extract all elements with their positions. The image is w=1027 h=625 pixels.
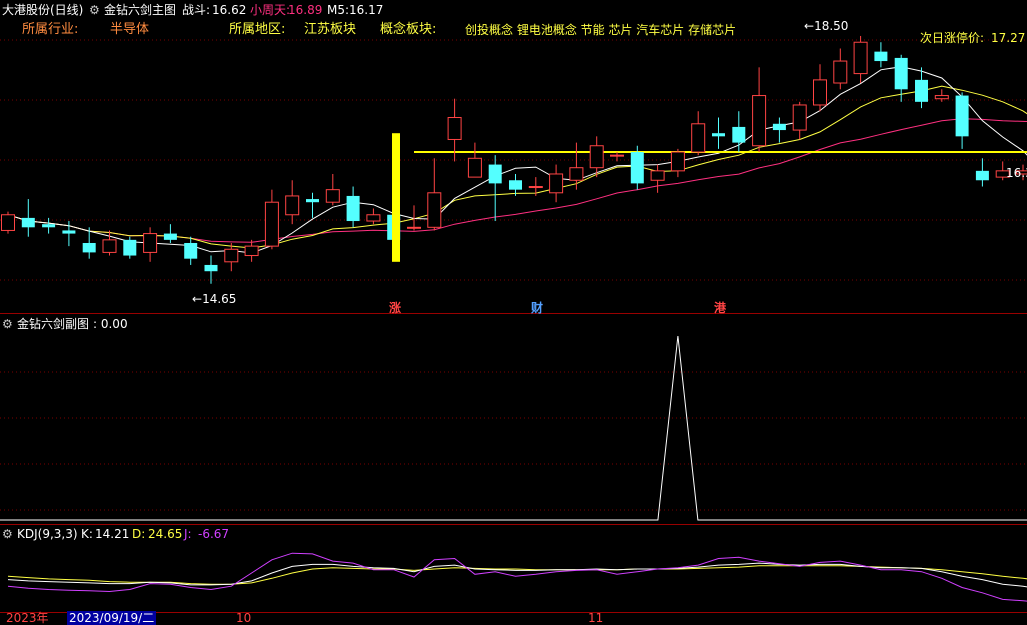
right-price-label: 16.3	[1006, 166, 1027, 180]
mark-gang[interactable]: 港	[714, 301, 726, 315]
candle-body-20	[408, 227, 421, 228]
candle-body-1	[22, 218, 35, 227]
low-price-label: ←14.65	[192, 292, 236, 306]
candle-body-15	[306, 199, 319, 202]
candle-body-7	[144, 234, 157, 253]
candle-body-44	[895, 58, 908, 89]
kdj-title[interactable]: KDJ(9,3,3)	[17, 527, 78, 541]
candle-body-38	[773, 124, 786, 130]
kdj-gear-icon[interactable]: ⚙	[2, 527, 13, 541]
candle-body-13	[265, 202, 278, 246]
kdj-j-label: J:	[184, 527, 192, 541]
main-indicator-name[interactable]: 金钻六剑主图	[104, 3, 176, 17]
zhandou-value: 16.62	[212, 3, 246, 17]
candle-body-14	[286, 196, 299, 215]
date-month-11: 11	[588, 611, 603, 625]
indicator-gear-icon[interactable]: ⚙	[89, 3, 100, 17]
stock-title[interactable]: 大港股份(日线)	[2, 3, 83, 17]
candle-body-21	[428, 193, 441, 228]
candle-body-0	[2, 215, 15, 231]
candle-body-16	[326, 190, 339, 203]
candle-body-35	[712, 133, 725, 136]
concept-label: 概念板块:	[380, 23, 436, 37]
limit-up-bar	[392, 133, 400, 262]
xiaozhoutian-value: 16.89	[288, 3, 322, 17]
industry-label: 所属行业:	[22, 23, 78, 37]
candle-body-3	[62, 230, 75, 233]
candle-body-4	[83, 243, 96, 252]
candle-body-28	[570, 168, 583, 181]
candle-body-12	[245, 246, 258, 255]
mark-cai[interactable]: 财	[531, 301, 543, 315]
kdj-d-value: 24.65	[148, 527, 182, 541]
next-limit-label: 次日涨停价:	[920, 31, 984, 45]
candle-body-37	[753, 96, 766, 146]
m5-value: 16.17	[349, 3, 383, 17]
candle-body-25	[509, 180, 522, 189]
kdj-d-label: D:	[132, 527, 145, 541]
candle-body-29	[590, 146, 603, 168]
sub1-value: : 0.00	[93, 317, 128, 331]
candle-body-26	[529, 187, 542, 188]
candle-body-8	[164, 234, 177, 240]
candle-body-24	[489, 165, 502, 184]
region-value: 江苏板块	[304, 23, 356, 37]
candle-body-9	[184, 243, 197, 259]
candle-body-10	[205, 265, 218, 271]
candle-body-11	[225, 249, 238, 262]
candle-body-40	[814, 80, 827, 105]
mark-zhang[interactable]: 涨	[389, 301, 401, 315]
kdj-j-value: -6.67	[198, 527, 229, 541]
low-price-value: 14.65	[202, 292, 236, 306]
xiaozhoutian-label: 小周天:	[250, 3, 290, 17]
candle-body-34	[692, 124, 705, 152]
candle-body-39	[793, 105, 806, 130]
sub1-title[interactable]: 金钻六剑副图	[17, 317, 89, 331]
candle-body-30	[611, 155, 624, 156]
ma-line-yellow	[8, 86, 1027, 248]
candle-body-43	[874, 52, 887, 61]
next-limit-value: 17.27	[991, 31, 1025, 45]
industry-value: 半导体	[110, 23, 149, 37]
candle-body-41	[834, 61, 847, 83]
candle-body-5	[103, 240, 116, 253]
sub1-signal-line	[0, 336, 1027, 520]
date-year: 2023年	[6, 611, 49, 625]
sub1-gear-icon[interactable]: ⚙	[2, 317, 13, 331]
candle-body-18	[367, 215, 380, 221]
candle-body-31	[631, 152, 644, 183]
candle-body-36	[732, 127, 745, 143]
concept-value: 创投概念 锂电池概念 节能 芯片 汽车芯片 存储芯片	[465, 23, 736, 37]
region-label: 所属地区:	[229, 23, 285, 37]
kdj-k-label: K:	[81, 527, 93, 541]
candle-body-45	[915, 80, 928, 102]
high-price-label: ←18.50	[804, 19, 848, 33]
high-price-value: 18.50	[814, 19, 848, 33]
candle-body-42	[854, 42, 867, 73]
candle-body-47	[956, 96, 969, 137]
candle-body-17	[347, 196, 360, 221]
zhandou-label: 战斗:	[182, 3, 210, 17]
kdj-j-line	[8, 553, 1027, 603]
candle-body-2	[42, 224, 55, 227]
candle-body-32	[651, 171, 664, 180]
date-month-10: 10	[236, 611, 251, 625]
candle-body-33	[671, 152, 684, 171]
date-selected[interactable]: 2023/09/19/二	[67, 611, 156, 625]
candle-body-23	[468, 158, 481, 177]
candle-body-22	[448, 118, 461, 140]
candle-body-27	[550, 174, 563, 193]
candle-body-46	[935, 96, 948, 99]
candle-body-48	[976, 171, 989, 180]
m5-label: M5:	[327, 3, 349, 17]
candle-body-6	[123, 240, 136, 256]
kdj-k-value: 14.21	[95, 527, 129, 541]
